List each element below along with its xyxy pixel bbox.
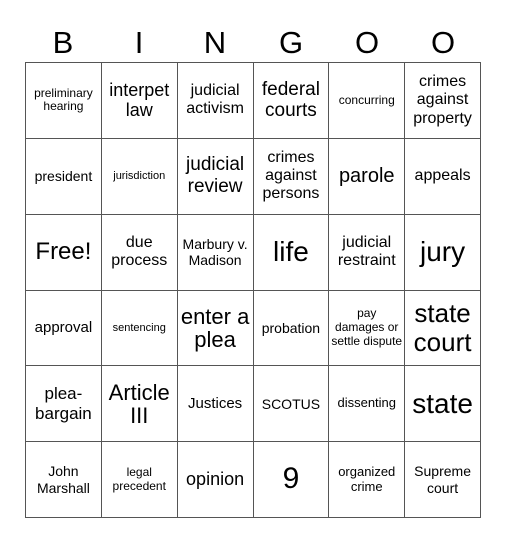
bingo-cell[interactable]: state court — [405, 290, 481, 367]
header-letter: G — [278, 25, 304, 60]
bingo-cell[interactable]: pay damages or settle dispute — [329, 290, 406, 367]
bingo-cell[interactable]: approval — [26, 290, 102, 367]
bingo-cell[interactable]: crimes against persons — [253, 138, 330, 215]
bingo-cell[interactable]: enter a plea — [177, 290, 254, 367]
header-letter: O — [354, 25, 380, 60]
bingo-cell[interactable]: president — [26, 138, 102, 215]
free-space-cell[interactable]: Free! — [26, 214, 102, 291]
bingo-cell[interactable]: Article III — [101, 366, 178, 443]
bingo-cell[interactable]: probation — [253, 290, 330, 367]
header-letter: O — [430, 25, 456, 60]
bingo-cell[interactable]: state — [405, 366, 481, 443]
bingo-cell[interactable]: SCOTUS — [253, 366, 330, 443]
bingo-cell[interactable]: jury — [405, 214, 481, 291]
header-letter: B — [52, 25, 74, 60]
bingo-cell[interactable]: plea-bargain — [26, 366, 102, 443]
bingo-cell[interactable]: judicial activism — [177, 63, 254, 139]
bingo-cell[interactable]: federal courts — [253, 63, 330, 139]
header-letter: I — [134, 25, 144, 60]
bingo-cell[interactable]: parole — [329, 138, 406, 215]
bingo-cell[interactable]: concurring — [329, 63, 406, 139]
bingo-cell[interactable]: legal precedent — [101, 442, 178, 518]
bingo-cell[interactable]: John Marshall — [26, 442, 102, 518]
bingo-cell[interactable]: 9 — [253, 442, 330, 518]
header-letter: N — [203, 25, 227, 60]
bingo-cell[interactable]: life — [253, 214, 330, 291]
bingo-cell[interactable]: dissenting — [329, 366, 406, 443]
bingo-cell[interactable]: organized crime — [329, 442, 406, 518]
bingo-cell[interactable]: interpet law — [101, 63, 178, 139]
bingo-cell[interactable]: crimes against property — [405, 63, 481, 139]
bingo-cell[interactable]: opinion — [177, 442, 254, 518]
bingo-cell[interactable]: judicial review — [177, 138, 254, 215]
bingo-cell[interactable]: preliminary hearing — [26, 63, 102, 139]
bingo-grid: preliminary hearing interpet law judicia… — [25, 62, 481, 518]
bingo-cell[interactable]: jurisdiction — [101, 138, 178, 215]
bingo-cell[interactable]: sentencing — [101, 290, 178, 367]
bingo-cell[interactable]: due process — [101, 214, 178, 291]
bingo-header: B I N G O O — [25, 24, 481, 62]
bingo-cell[interactable]: appeals — [405, 138, 481, 215]
bingo-cell[interactable]: Marbury v. Madison — [177, 214, 254, 291]
bingo-cell[interactable]: Supreme court — [405, 442, 481, 518]
bingo-cell[interactable]: judicial restraint — [329, 214, 406, 291]
bingo-cell[interactable]: Justices — [177, 366, 254, 443]
